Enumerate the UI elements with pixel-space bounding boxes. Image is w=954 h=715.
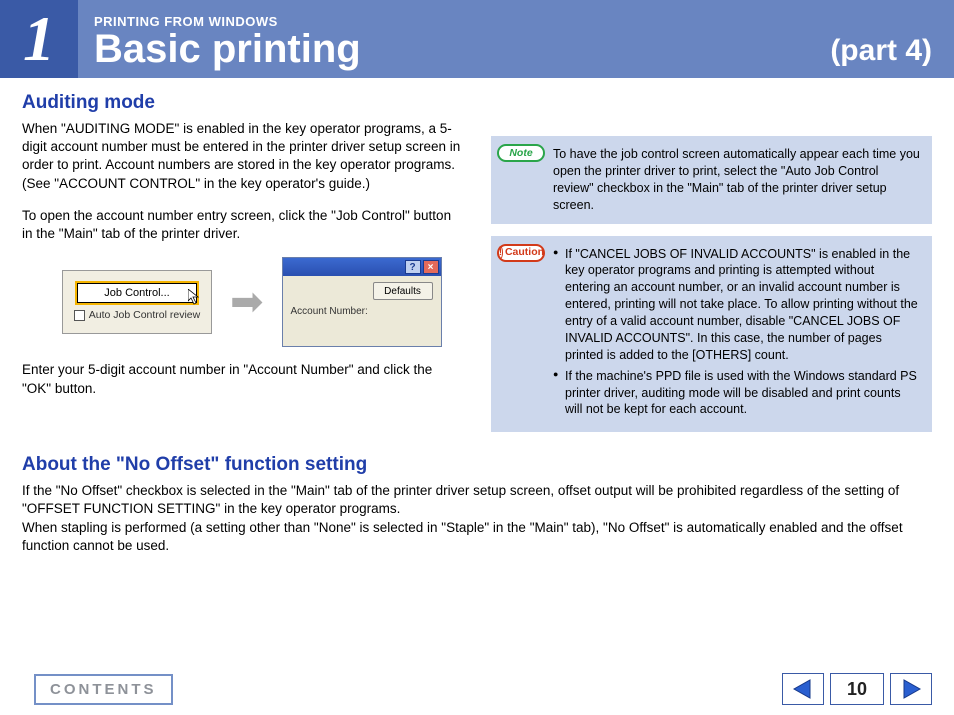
no-offset-section: About the "No Offset" function setting I… — [22, 454, 932, 555]
chapter-number-box: 1 — [0, 0, 78, 78]
caution-callout: Caution If "CANCEL JOBS OF INVALID ACCOU… — [491, 236, 932, 433]
right-column: Note To have the job control screen auto… — [491, 92, 932, 432]
caution-list: If "CANCEL JOBS OF INVALID ACCOUNTS" is … — [553, 246, 920, 419]
caution-badge-label: Caution — [505, 245, 544, 259]
dialog-right: ? × Defaults Account Number: — [282, 257, 442, 347]
caution-bullet-1: If "CANCEL JOBS OF INVALID ACCOUNTS" is … — [553, 246, 920, 364]
spacer — [491, 92, 932, 124]
job-control-button[interactable]: Job Control... — [77, 283, 197, 303]
dialog-left: Job Control... Auto Job Control review — [62, 270, 212, 334]
prev-page-button[interactable] — [782, 673, 824, 705]
triangle-right-icon — [900, 678, 922, 700]
note-badge-label: Note — [509, 146, 532, 160]
account-number-label: Account Number: — [291, 306, 433, 317]
close-icon[interactable]: × — [423, 260, 439, 274]
header-titles: PRINTING FROM WINDOWS Basic printing — [78, 0, 830, 78]
auditing-para-2: To open the account number entry screen,… — [22, 207, 463, 243]
arrow-right-icon: ➡ — [230, 282, 264, 322]
note-text: To have the job control screen automatic… — [553, 147, 920, 212]
page-number: 10 — [830, 673, 884, 705]
page-footer: CONTENTS 10 — [0, 671, 954, 715]
page-number-value: 10 — [847, 679, 867, 700]
auditing-heading: Auditing mode — [22, 92, 463, 114]
auditing-para-1: When "AUDITING MODE" is enabled in the k… — [22, 120, 463, 193]
triangle-left-icon — [792, 678, 814, 700]
auditing-para-3: Enter your 5-digit account number in "Ac… — [22, 361, 463, 397]
cursor-icon — [188, 289, 202, 308]
caution-badge: Caution — [497, 244, 545, 262]
contents-button[interactable]: CONTENTS — [34, 674, 173, 705]
no-offset-heading: About the "No Offset" function setting — [22, 454, 932, 476]
caution-bullet-2: If the machine's PPD file is used with t… — [553, 368, 920, 419]
note-badge: Note — [497, 144, 545, 162]
header-part: (part 4) — [830, 0, 954, 78]
page-header: 1 PRINTING FROM WINDOWS Basic printing (… — [0, 0, 954, 78]
next-page-button[interactable] — [890, 673, 932, 705]
page-content: Auditing mode When "AUDITING MODE" is en… — [0, 78, 954, 555]
note-callout: Note To have the job control screen auto… — [491, 136, 932, 224]
diagram-row: Job Control... Auto Job Control review ➡… — [62, 257, 463, 347]
dialog-titlebar: ? × — [283, 258, 441, 276]
defaults-button[interactable]: Defaults — [373, 282, 433, 300]
contents-button-label: CONTENTS — [50, 681, 157, 698]
checkbox-icon — [74, 310, 85, 321]
dialog-body: Defaults Account Number: — [283, 276, 441, 346]
chapter-number: 1 — [23, 2, 55, 76]
help-icon[interactable]: ? — [405, 260, 421, 274]
left-column: Auditing mode When "AUDITING MODE" is en… — [22, 92, 463, 432]
page-title: Basic printing — [94, 29, 814, 69]
auto-job-control-label: Auto Job Control review — [89, 309, 200, 321]
auto-job-control-checkbox-row[interactable]: Auto Job Control review — [74, 309, 200, 321]
defaults-button-label: Defaults — [384, 286, 421, 297]
job-control-button-label: Job Control... — [104, 287, 169, 299]
no-offset-para: If the "No Offset" checkbox is selected … — [22, 482, 932, 555]
